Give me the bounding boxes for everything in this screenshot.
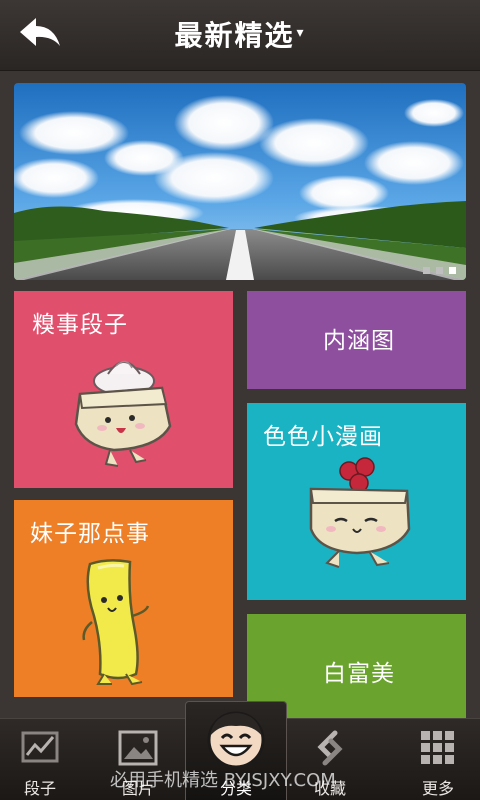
category-tile-comics[interactable]: 色色小漫画 (247, 403, 466, 600)
pagination-dot[interactable] (436, 267, 443, 274)
page-title-dropdown[interactable]: 最新精选 ▾ (0, 14, 480, 54)
banner-image (14, 83, 466, 280)
tab-images[interactable]: 图片 (90, 719, 186, 800)
tab-label: 更多 (421, 779, 454, 798)
category-tile-meizi[interactable]: 妹子那点事 (14, 500, 233, 697)
tab-duanzi[interactable]: 段子 (0, 719, 88, 800)
grid-icon (421, 731, 454, 764)
pagination-dot[interactable] (423, 267, 430, 274)
banner-pagination (423, 267, 456, 274)
app-screen: 最新精选 ▾ 糗事段子 内涵图 色色小漫画 妹子那点事 白富美 段子 图片 收藏… (0, 0, 480, 800)
tile-label: 糗事段子 (32, 312, 128, 338)
tile-label: 色色小漫画 (263, 424, 383, 450)
tile-label: 白富美 (323, 661, 395, 687)
shazam-s-icon (317, 730, 343, 766)
tile-label: 妹子那点事 (30, 521, 150, 547)
tab-categories-active[interactable]: 分类 (185, 701, 287, 800)
tab-more[interactable]: 更多 (390, 719, 480, 800)
tab-favorites[interactable]: 收藏 (282, 719, 378, 800)
cream-cake-mascot-icon (74, 360, 172, 467)
pagination-dot-active[interactable] (449, 267, 456, 274)
dropdown-arrow-icon: ▾ (296, 25, 306, 41)
top-bar: 最新精选 ▾ (0, 0, 480, 71)
image-icon (118, 730, 158, 766)
page-title: 最新精选 (174, 19, 295, 52)
tab-label: 分类 (219, 779, 252, 798)
category-tile-qiushi[interactable]: 糗事段子 (14, 291, 233, 488)
tab-label: 段子 (23, 779, 56, 798)
tab-label: 收藏 (313, 779, 346, 798)
category-tile-neihan[interactable]: 内涵图 (247, 291, 466, 389)
tile-label: 内涵图 (323, 328, 395, 354)
french-fry-mascot-icon (82, 559, 150, 686)
chart-line-icon (21, 731, 59, 763)
tab-label: 图片 (121, 779, 154, 798)
featured-banner[interactable] (14, 83, 466, 280)
cherry-cake-mascot-icon (309, 457, 411, 568)
smiley-face-icon (207, 711, 265, 769)
